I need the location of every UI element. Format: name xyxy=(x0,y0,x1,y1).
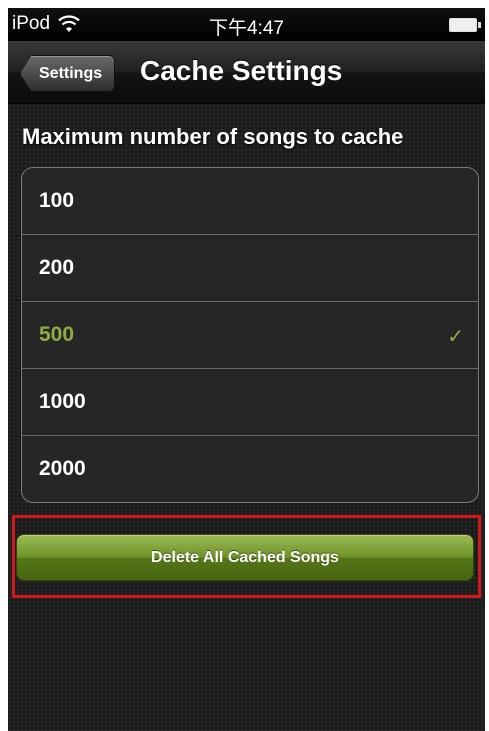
status-bar: iPod 下午4:47 xyxy=(8,8,485,41)
option-label: 1000 xyxy=(39,390,86,413)
option-label: 500 xyxy=(39,323,75,346)
cache-size-options: 100 200 500 ✓ 1000 2000 xyxy=(21,167,479,503)
page-title: Cache Settings xyxy=(140,55,343,86)
device-screen: iPod 下午4:47 Settings Cache Settings Maxi… xyxy=(8,8,485,731)
option-row-1000[interactable]: 1000 xyxy=(22,369,478,436)
option-label: 100 xyxy=(39,189,75,212)
option-label: 200 xyxy=(39,256,75,279)
option-label: 2000 xyxy=(39,457,86,480)
option-row-2000[interactable]: 2000 xyxy=(22,436,478,502)
delete-cached-songs-button[interactable]: Delete All Cached Songs xyxy=(16,534,474,581)
option-row-200[interactable]: 200 xyxy=(22,235,478,302)
section-header: Maximum number of songs to cache xyxy=(22,124,404,149)
option-row-100[interactable]: 100 xyxy=(22,168,478,235)
option-row-500[interactable]: 500 ✓ xyxy=(22,302,478,369)
battery-icon xyxy=(449,18,481,32)
status-time: 下午4:47 xyxy=(209,18,284,39)
navigation-bar: Settings Cache Settings xyxy=(8,41,485,104)
back-button[interactable]: Settings xyxy=(20,55,116,92)
checkmark-icon: ✓ xyxy=(447,326,464,348)
